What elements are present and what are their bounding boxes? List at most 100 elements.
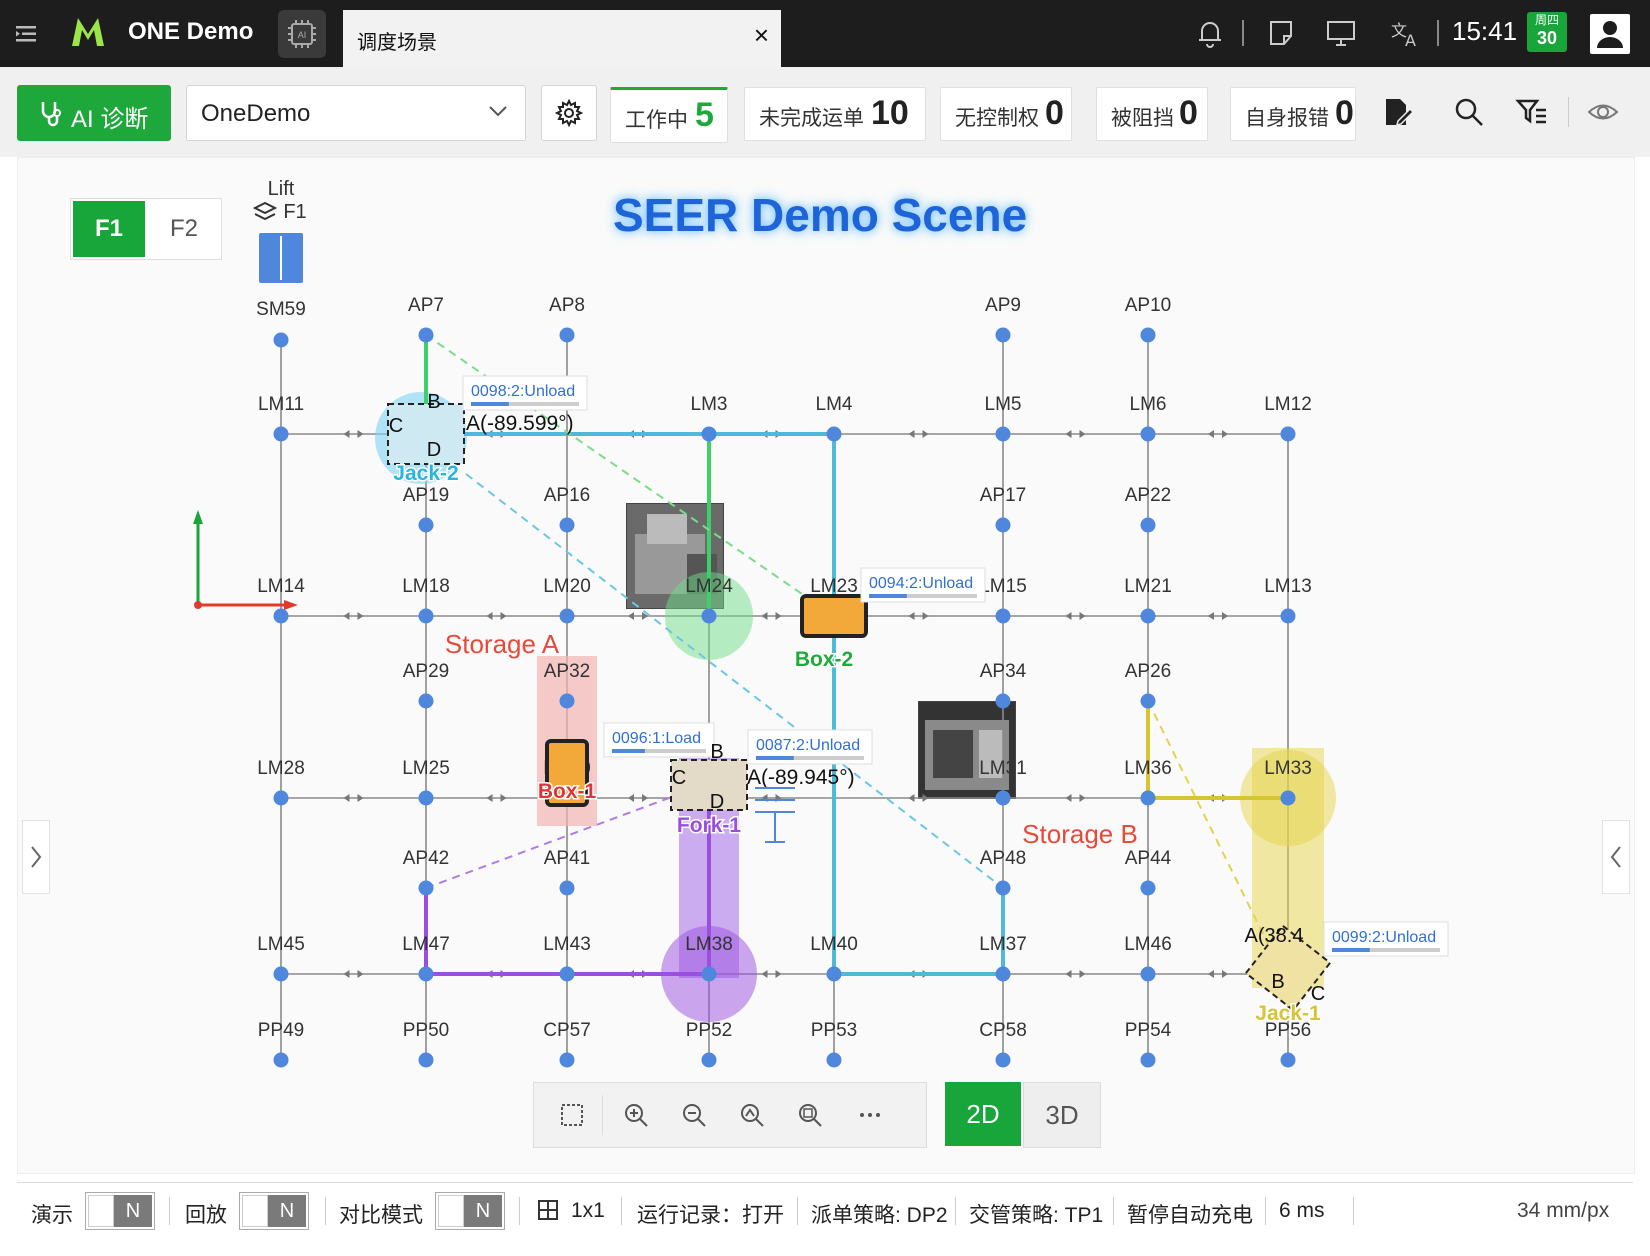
map-drawing[interactable]: AP7 AP8 AP9 AP10 LM11 LM3 LM4 LM5 LM6 LM12 AP19 AP1… — [18, 158, 1634, 1173]
task-badge-jack-1-progress-fill — [1332, 948, 1370, 952]
select-area-icon[interactable] — [558, 1101, 586, 1129]
grid-size[interactable]: 1x1 — [571, 1199, 605, 1223]
stat-no-control[interactable]: 无控制权 0 — [940, 87, 1072, 141]
station-label: AP9 — [985, 295, 1021, 316]
stat-value: 10 — [871, 94, 909, 132]
divider — [169, 1197, 170, 1225]
station-node — [1280, 1052, 1296, 1068]
replay-label: 回放 — [185, 1204, 227, 1227]
station-node — [418, 693, 434, 709]
note-icon[interactable] — [1264, 16, 1298, 50]
station-node — [418, 790, 434, 806]
zoom-reset-icon[interactable] — [796, 1101, 824, 1129]
view-2d-button[interactable]: 2D — [945, 1082, 1021, 1146]
station-label: LM15 — [979, 576, 1027, 597]
station-node — [1140, 1052, 1156, 1068]
stat-label: 未完成运单 — [759, 107, 864, 130]
station-node — [995, 693, 1011, 709]
demo-toggle[interactable]: N — [85, 1192, 155, 1230]
station-label: PP49 — [258, 1020, 304, 1041]
tab-dispatch-scene[interactable]: 调度场景 × — [343, 10, 781, 67]
station-label: LM20 — [543, 576, 591, 597]
robot-corner-label: C — [389, 415, 403, 437]
map-controls — [533, 1082, 927, 1148]
zoom-out-icon[interactable] — [680, 1101, 708, 1129]
station-label: LM43 — [543, 934, 591, 955]
dispatch-policy[interactable]: 派单策略: DP2 — [811, 1199, 948, 1229]
ai-diagnose-button[interactable]: AI 诊断 — [17, 85, 171, 141]
task-badge-jack-2-progress-fill — [471, 402, 509, 406]
station-label: LM36 — [1124, 758, 1172, 779]
toggle-state: N — [268, 1195, 306, 1227]
station-node — [826, 426, 842, 442]
robot-corner-label: D — [710, 791, 724, 813]
stat-unfinished-orders[interactable]: 未完成运单 10 — [744, 87, 926, 141]
grid-icon[interactable] — [537, 1199, 559, 1221]
station-node — [1140, 426, 1156, 442]
station-label: AP26 — [1125, 661, 1171, 682]
bell-icon[interactable] — [1193, 16, 1227, 50]
left-panel-toggle[interactable] — [22, 820, 50, 894]
zoom-in-icon[interactable] — [622, 1101, 650, 1129]
zoom-fit-icon[interactable] — [738, 1101, 766, 1129]
replay-toggle[interactable]: N — [239, 1192, 309, 1230]
right-panel-toggle[interactable] — [1602, 820, 1630, 894]
station-node — [559, 966, 575, 982]
more-icon[interactable] — [856, 1101, 884, 1129]
clock-time: 15:41 — [1452, 16, 1518, 46]
toggle-knob — [438, 1195, 464, 1227]
pause-auto-charge[interactable]: 暂停自动充电 — [1127, 1199, 1253, 1229]
stat-self-error[interactable]: 自身报错 0 — [1230, 87, 1356, 141]
station-node — [826, 1052, 842, 1068]
task-badge-fork-1: 0087:2:Unload — [756, 737, 860, 754]
eye-icon[interactable] — [1586, 95, 1620, 129]
robot-angle-label: A(38.4 — [1245, 925, 1304, 947]
station-label: LM25 — [402, 758, 450, 779]
station-label: LM4 — [816, 394, 853, 415]
stat-value: 5 — [695, 96, 714, 134]
search-icon[interactable] — [1452, 95, 1486, 129]
menu-icon[interactable] — [12, 20, 40, 48]
monitor-icon[interactable] — [1324, 16, 1358, 50]
stat-blocked[interactable]: 被阻挡 0 — [1096, 87, 1208, 141]
user-avatar-icon[interactable] — [1590, 14, 1630, 54]
run-log-status[interactable]: 运行记录：打开 — [637, 1199, 784, 1229]
robot-corner-label: C — [672, 767, 686, 789]
station-label: PP54 — [1125, 1020, 1172, 1041]
tab-close-button[interactable]: × — [754, 20, 769, 50]
translate-icon[interactable]: 文 A — [1388, 16, 1422, 50]
station-node — [418, 966, 434, 982]
task-badge-box-1: 0096:1:Load — [612, 730, 701, 747]
station-label: LM40 — [810, 934, 858, 955]
station-node — [559, 1052, 575, 1068]
divider — [1265, 1197, 1266, 1225]
lift-floor-label: F1 — [283, 201, 306, 223]
robot-name-fork-1: Fork-1 — [677, 814, 742, 837]
robot-corner-label: B — [427, 391, 440, 413]
map-canvas[interactable]: F1 F2 SEER Demo Scene AP7 AP8 AP9 AP10 LM11 L… — [17, 157, 1635, 1174]
station-node — [559, 608, 575, 624]
station-node — [1140, 517, 1156, 533]
station-label: LM37 — [979, 934, 1027, 955]
station-label: LM3 — [691, 394, 728, 415]
stat-working[interactable]: 工作中 5 — [610, 87, 728, 143]
map-scale: 34 mm/px — [1517, 1199, 1610, 1222]
scene-select[interactable]: OneDemo — [186, 85, 526, 141]
station-label: CP57 — [543, 1020, 591, 1041]
station-node — [418, 608, 434, 624]
axis-x-arrow-icon — [284, 600, 298, 610]
edit-document-icon[interactable] — [1380, 95, 1414, 129]
filter-icon[interactable] — [1515, 95, 1549, 129]
station-node — [701, 426, 717, 442]
station-label: AP22 — [1125, 485, 1171, 506]
compare-toggle[interactable]: N — [435, 1192, 505, 1230]
ai-chip-icon[interactable]: AI — [278, 10, 326, 58]
view-3d-button[interactable]: 3D — [1023, 1082, 1101, 1148]
traffic-policy[interactable]: 交管策略: TP1 — [969, 1199, 1103, 1229]
axis-y-arrow-icon — [193, 510, 203, 524]
station-label: LM13 — [1264, 576, 1312, 597]
chevron-down-icon — [489, 106, 507, 117]
station-node — [1140, 880, 1156, 896]
settings-button[interactable] — [541, 85, 597, 141]
task-badge-box-1-progress-fill — [612, 749, 645, 753]
